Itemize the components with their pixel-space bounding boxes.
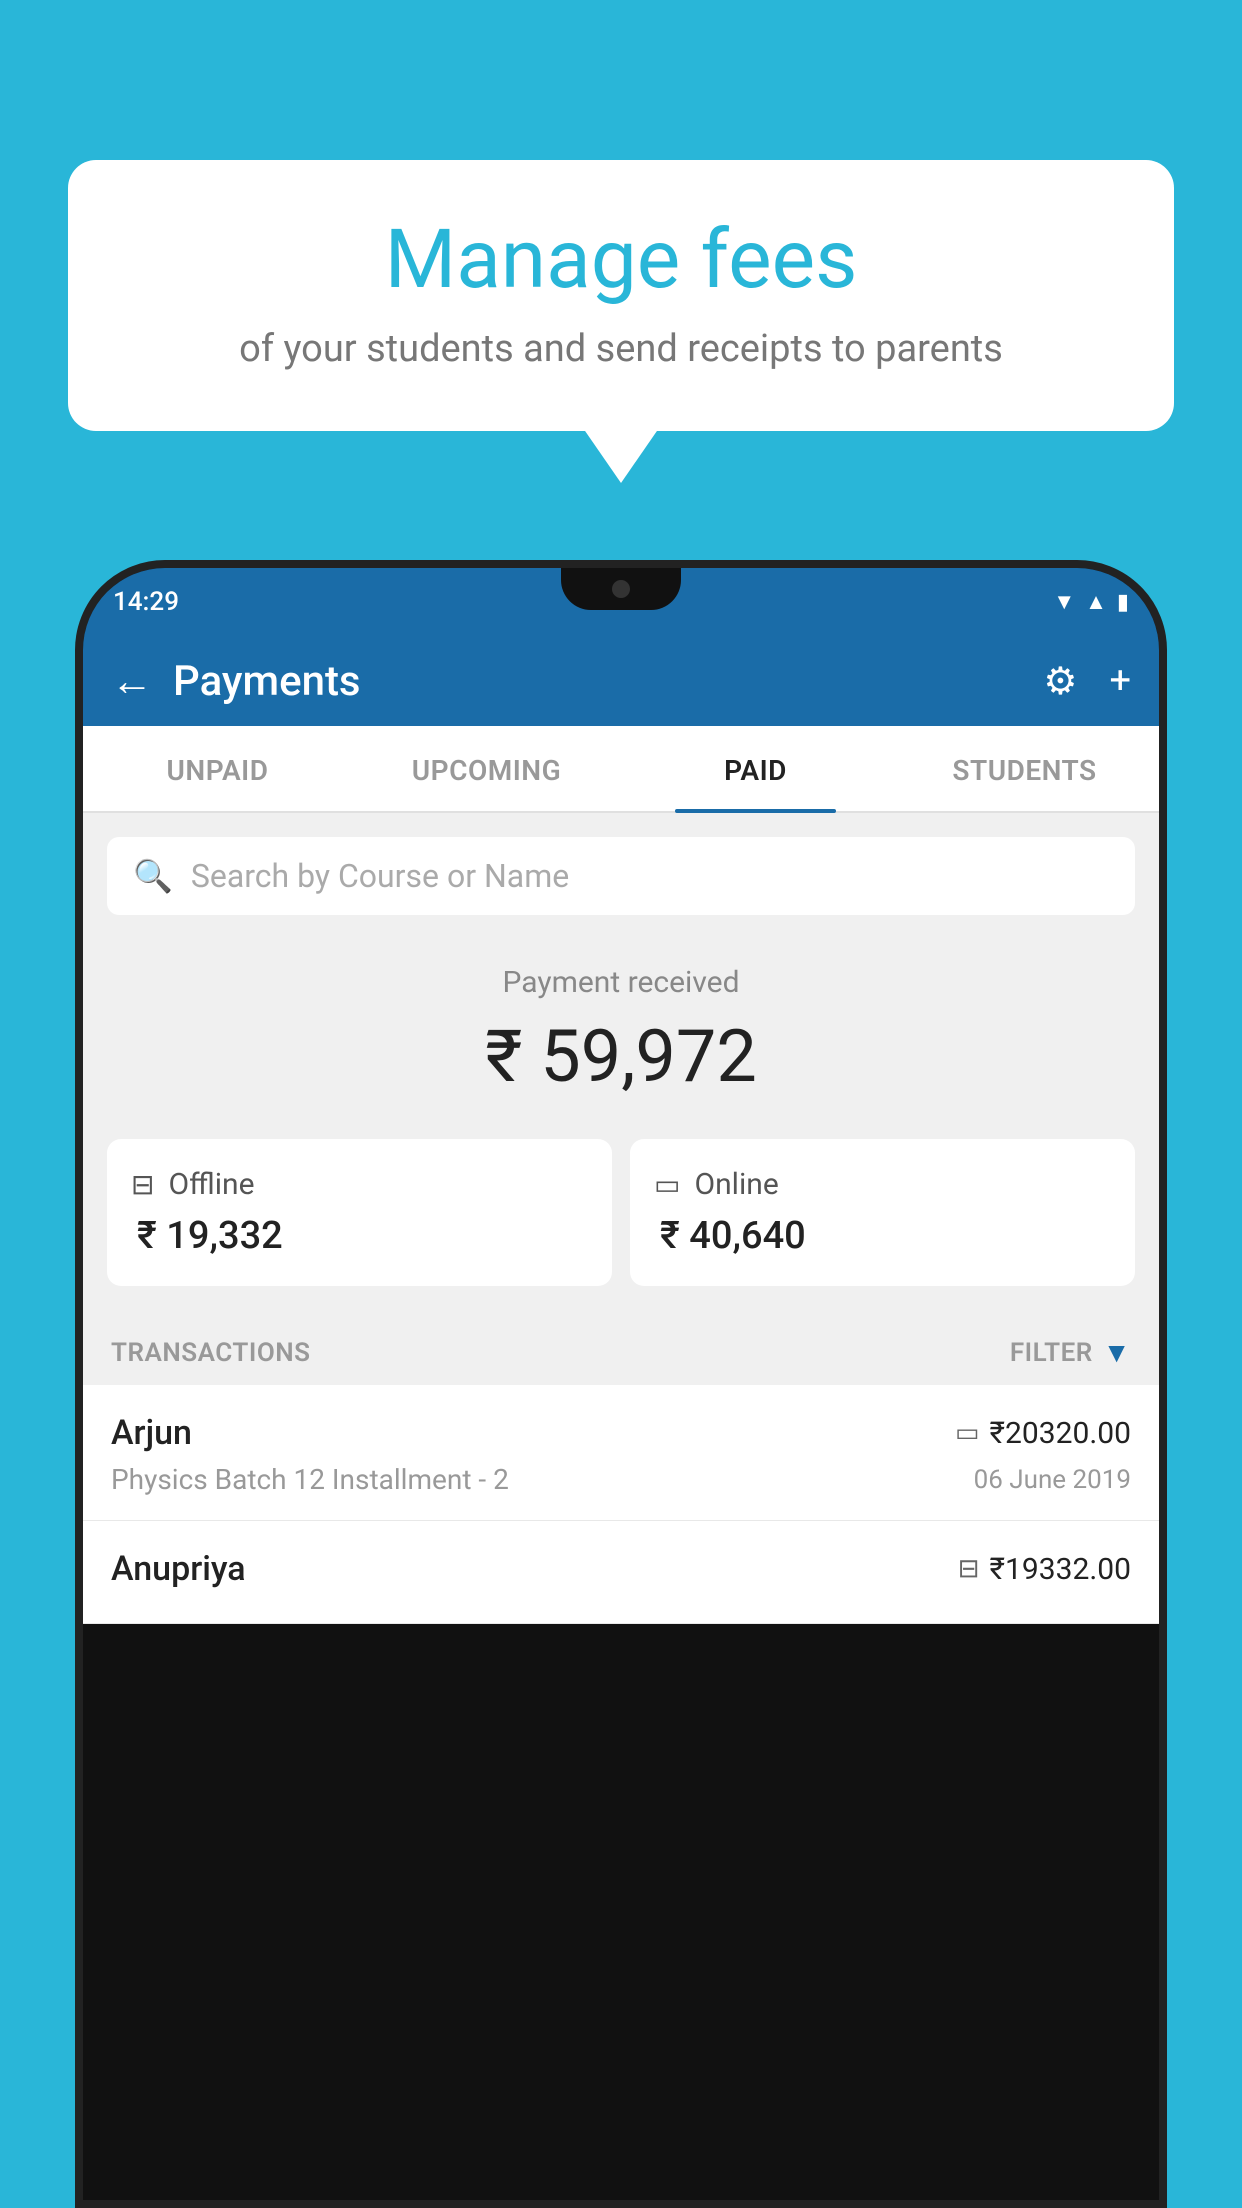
notch: [561, 568, 681, 610]
online-amount: ₹ 40,640: [654, 1214, 1111, 1258]
transaction-amount-1: ₹20320.00: [990, 1416, 1131, 1451]
offline-amount: ₹ 19,332: [131, 1214, 588, 1258]
transaction-amount-wrap-1: ▭ ₹20320.00: [955, 1416, 1131, 1451]
bubble-subtitle: of your students and send receipts to pa…: [128, 327, 1114, 371]
transaction-row-2[interactable]: Anupriya ⊟ ₹19332.00: [83, 1521, 1159, 1624]
bubble-title: Manage fees: [128, 215, 1114, 305]
payment-amount: ₹ 59,972: [83, 1014, 1159, 1099]
tabs-bar: UNPAID UPCOMING PAID STUDENTS: [83, 726, 1159, 813]
offline-label: Offline: [168, 1167, 254, 1202]
online-card-header: ▭ Online: [654, 1167, 1111, 1202]
signal-icon: ▲: [1085, 589, 1107, 615]
offline-card-header: ⊟ Offline: [131, 1167, 588, 1202]
filter-icon: ▼: [1103, 1336, 1131, 1369]
app-header: ← Payments ⚙ +: [83, 636, 1159, 726]
search-bar[interactable]: 🔍 Search by Course or Name: [107, 837, 1135, 915]
transaction-bottom-1: Physics Batch 12 Installment - 2 06 June…: [111, 1463, 1131, 1496]
transaction-top-2: Anupriya ⊟ ₹19332.00: [111, 1549, 1131, 1589]
payment-received-label: Payment received: [83, 965, 1159, 1000]
payment-cards: ⊟ Offline ₹ 19,332 ▭ Online ₹ 40,640: [83, 1119, 1159, 1314]
filter-button[interactable]: FILTER ▼: [1010, 1336, 1131, 1369]
transaction-name-2: Anupriya: [111, 1549, 246, 1589]
online-card: ▭ Online ₹ 40,640: [630, 1139, 1135, 1286]
status-time: 14:29: [113, 587, 179, 617]
transaction-top-1: Arjun ▭ ₹20320.00: [111, 1413, 1131, 1453]
tab-upcoming[interactable]: UPCOMING: [352, 726, 621, 811]
header-icons: ⚙ +: [1043, 659, 1131, 704]
speech-bubble: Manage fees of your students and send re…: [68, 160, 1174, 431]
offline-card: ⊟ Offline ₹ 19,332: [107, 1139, 612, 1286]
battery-icon: ▮: [1117, 590, 1129, 615]
tab-students[interactable]: STUDENTS: [890, 726, 1159, 811]
offline-icon: ⊟: [131, 1168, 154, 1201]
search-icon: 🔍: [133, 857, 173, 895]
search-bar-container: 🔍 Search by Course or Name: [83, 813, 1159, 935]
filter-label: FILTER: [1010, 1338, 1093, 1368]
status-bar: 14:29 ▼ ▲ ▮: [83, 568, 1159, 636]
payment-received-section: Payment received ₹ 59,972: [83, 935, 1159, 1119]
search-placeholder: Search by Course or Name: [191, 857, 569, 895]
transaction-type-icon-1: ▭: [955, 1418, 980, 1448]
transaction-amount-2: ₹19332.00: [990, 1552, 1131, 1587]
transaction-name-1: Arjun: [111, 1413, 192, 1453]
transactions-label: TRANSACTIONS: [111, 1338, 311, 1368]
transactions-header: TRANSACTIONS FILTER ▼: [83, 1314, 1159, 1385]
back-button[interactable]: ←: [111, 657, 153, 706]
camera-dot: [612, 580, 630, 598]
online-label: Online: [694, 1167, 778, 1202]
transaction-type-icon-2: ⊟: [958, 1554, 980, 1584]
add-icon[interactable]: +: [1109, 659, 1131, 703]
tab-paid[interactable]: PAID: [621, 726, 890, 811]
online-icon: ▭: [654, 1168, 680, 1201]
transaction-row-1[interactable]: Arjun ▭ ₹20320.00 Physics Batch 12 Insta…: [83, 1385, 1159, 1521]
phone-frame: 14:29 ▼ ▲ ▮ ← Payments ⚙ + UNPAID UPCOMI…: [75, 560, 1167, 2208]
wifi-icon: ▼: [1053, 589, 1075, 615]
status-icons: ▼ ▲ ▮: [1053, 589, 1129, 615]
transaction-amount-wrap-2: ⊟ ₹19332.00: [958, 1552, 1131, 1587]
header-title: Payments: [173, 657, 1023, 706]
transaction-course-1: Physics Batch 12 Installment - 2: [111, 1463, 509, 1496]
settings-icon[interactable]: ⚙: [1043, 659, 1077, 704]
tab-unpaid[interactable]: UNPAID: [83, 726, 352, 811]
transaction-date-1: 06 June 2019: [974, 1465, 1131, 1495]
